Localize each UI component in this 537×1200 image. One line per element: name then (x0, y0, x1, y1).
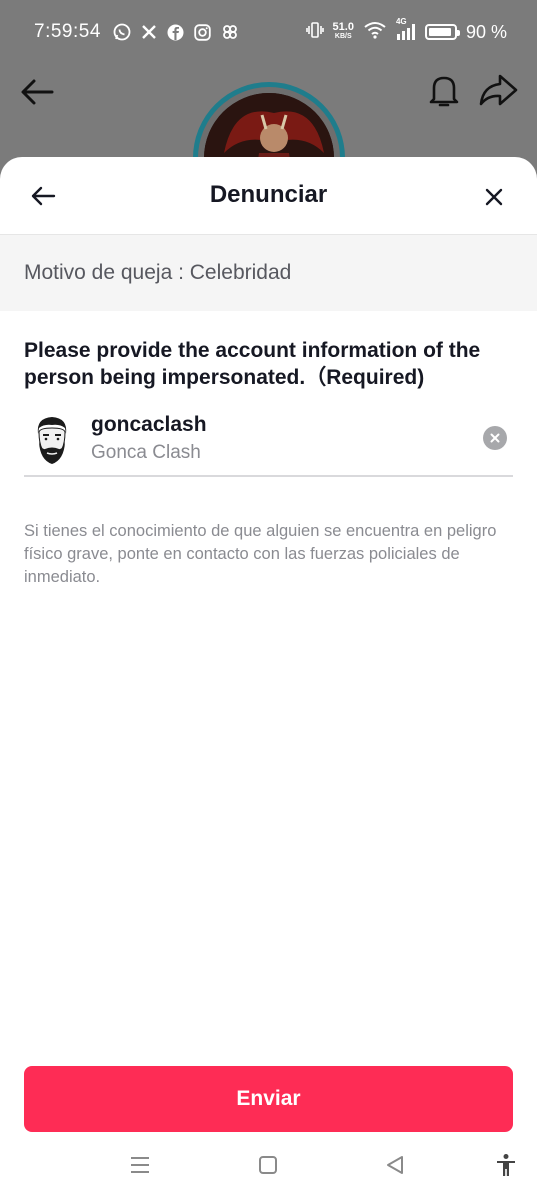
whatsapp-icon (113, 23, 131, 41)
back-arrow-icon[interactable] (18, 72, 58, 112)
account-info-question: Please provide the account information o… (24, 339, 481, 389)
battery-text: 90 % (465, 21, 507, 42)
status-right: 51.0 KB/S 4G 90 % (305, 17, 507, 44)
account-username: goncaclash (91, 413, 207, 436)
net-speed-value: 51.0 (332, 21, 354, 33)
report-reason: Motivo de queja : Celebridad (0, 235, 537, 311)
bell-icon[interactable] (424, 70, 464, 110)
vibrate-icon (305, 21, 324, 44)
background-profile-header (0, 64, 537, 234)
screen: 7:59:54 51.0 KB/S 4G 90 % Denunciar Moti… (0, 0, 537, 1200)
sheet-header: Denunciar (0, 157, 537, 235)
net-speed-unit: KB/S (334, 33, 352, 40)
clear-icon (490, 433, 500, 443)
net-speed: 51.0 KB/S (332, 21, 354, 41)
x-icon (140, 23, 158, 41)
status-app-icons (113, 23, 239, 41)
report-sheet: Denunciar Motivo de queja : Celebridad P… (0, 157, 537, 1200)
back-triangle-icon[interactable] (375, 1145, 415, 1185)
accessibility-icon[interactable] (486, 1145, 526, 1185)
instagram-icon (194, 23, 212, 41)
network-type: 4G (395, 17, 407, 26)
submit-button[interactable]: Enviar (24, 1066, 513, 1132)
wifi-icon (363, 21, 387, 44)
share-icon[interactable] (476, 70, 520, 110)
home-square-icon[interactable] (248, 1145, 288, 1185)
clear-account-button[interactable] (483, 426, 507, 450)
status-time: 7:59:54 (34, 21, 101, 42)
sheet-title: Denunciar (209, 181, 328, 208)
status-bar: 7:59:54 51.0 KB/S 4G 90 % (0, 0, 537, 64)
close-icon[interactable] (478, 181, 510, 213)
battery-icon (424, 24, 460, 40)
menu-icon[interactable] (120, 1145, 160, 1185)
selected-account-field[interactable]: goncaclash Gonca Clash (24, 411, 513, 477)
system-nav-bar (0, 1145, 537, 1185)
account-avatar (34, 414, 70, 466)
cellular-signal-icon: 4G (396, 17, 416, 41)
threads-icon (221, 23, 239, 41)
facebook-icon (167, 23, 185, 41)
safety-notice: Si tienes el conocimiento de que alguien… (24, 522, 497, 586)
account-display-name: Gonca Clash (91, 442, 201, 463)
battery-fill (428, 28, 451, 36)
